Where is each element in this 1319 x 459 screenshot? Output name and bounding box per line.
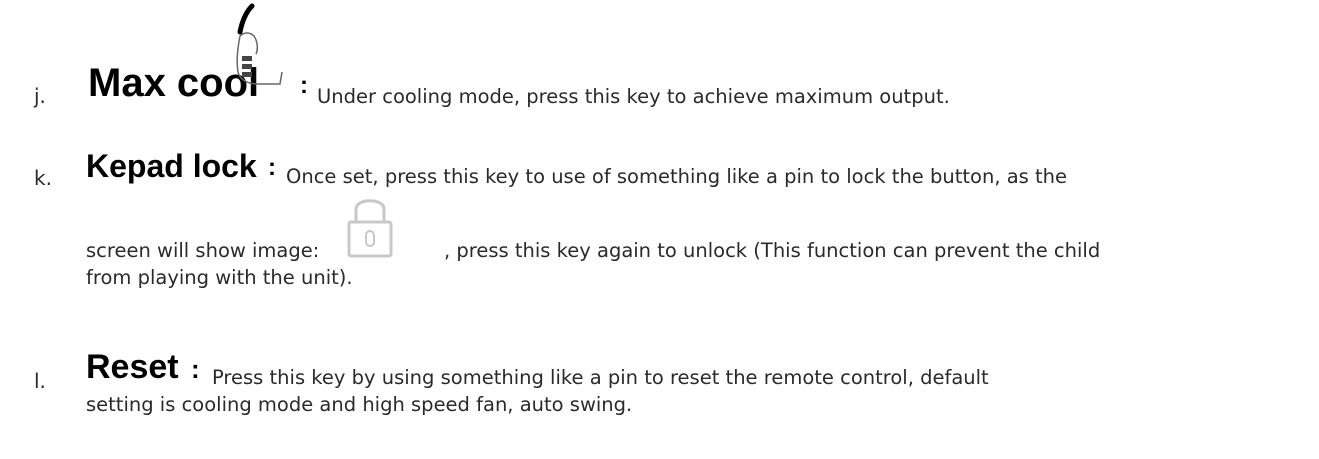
entry-reset: l. Reset : Press this key by using somet…: [34, 310, 1299, 459]
key-colon: :: [191, 354, 200, 384]
entry-description-line2a: screen will show image:: [86, 239, 320, 262]
key-colon: :: [268, 154, 276, 181]
padlock-icon: [347, 199, 393, 258]
entry-description-line3: from playing with the unit).: [86, 266, 353, 289]
entry-letter: j.: [34, 84, 46, 108]
key-colon: :: [300, 72, 308, 99]
entry-max-cool: j. Max cool : Under cooling mode, press …: [34, 0, 1299, 110]
entry-description-line2b: , press this key again to unlock (This f…: [444, 239, 1101, 262]
entry-description-line1: Press this key by using something like a…: [212, 366, 989, 389]
entry-letter: l.: [34, 369, 46, 393]
key-name: Kepad lock: [86, 148, 257, 184]
entry-letter: k.: [34, 166, 52, 190]
thumbs-up-icon: [236, 3, 283, 85]
entry-keypad-lock: k. Kepad lock : Once set, press this key…: [34, 110, 1299, 310]
entry-description-line2: setting is cooling mode and high speed f…: [86, 393, 633, 416]
key-name: Reset: [86, 348, 179, 386]
entry-description: Under cooling mode, press this key to ac…: [317, 85, 950, 108]
entry-description-line1: Once set, press this key to use of somet…: [286, 165, 1068, 188]
